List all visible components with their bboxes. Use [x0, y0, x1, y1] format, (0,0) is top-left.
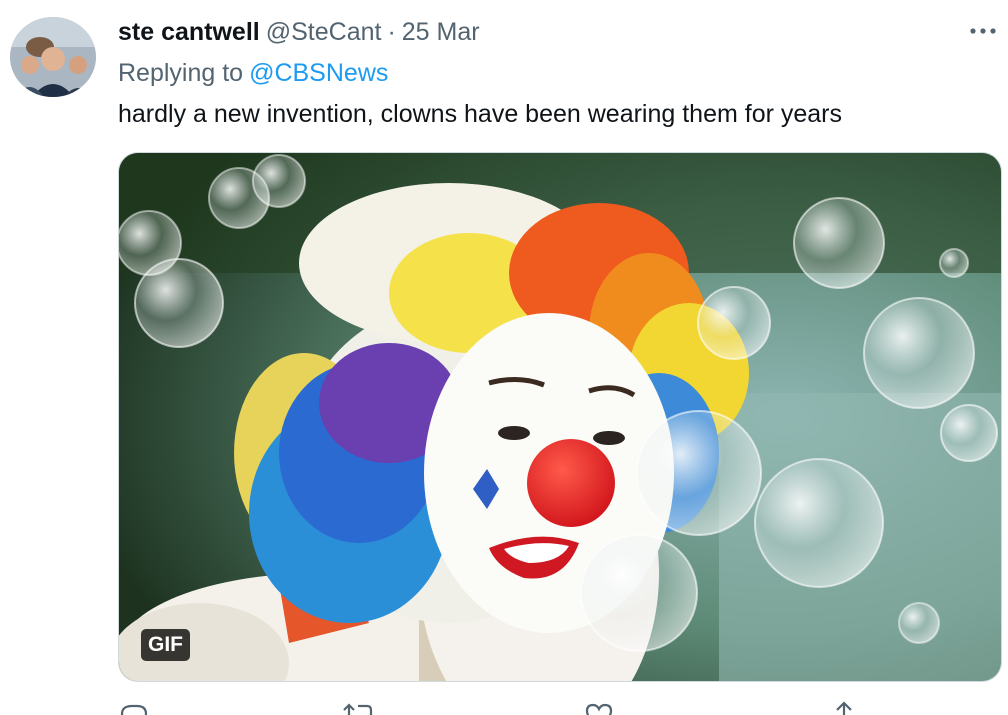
separator-dot: ·: [387, 17, 396, 46]
gif-badge: GIF: [141, 629, 190, 661]
reply-icon: [120, 704, 148, 715]
replying-to-link[interactable]: @CBSNews: [249, 59, 388, 88]
tweet-text: hardly a new invention, clowns have been…: [118, 99, 843, 128]
replying-prefix: Replying to: [118, 58, 244, 87]
display-name[interactable]: ste cantwell: [118, 18, 260, 47]
tweet-header: ste cantwell @SteCant · 25 Mar: [118, 14, 480, 50]
replying-to: Replying to @CBSNews: [118, 56, 388, 90]
tweet-actions: [118, 700, 878, 715]
share-button[interactable]: [828, 700, 860, 715]
avatar[interactable]: [10, 17, 96, 97]
retweet-button[interactable]: [340, 700, 380, 715]
more-horizontal-icon[interactable]: [966, 20, 1000, 42]
reply-button[interactable]: [118, 700, 150, 715]
like-button[interactable]: [583, 700, 615, 715]
user-handle[interactable]: @SteCant: [266, 18, 382, 47]
share-icon: [836, 701, 852, 715]
clown-gif-image: [119, 153, 1001, 681]
heart-icon: [585, 703, 613, 715]
retweet-icon: [343, 703, 373, 715]
gif-media[interactable]: GIF: [118, 152, 1002, 682]
tweet: ste cantwell @SteCant · 25 Mar Replying …: [0, 0, 1008, 715]
timestamp[interactable]: 25 Mar: [402, 18, 480, 47]
avatar-image: [10, 17, 96, 97]
